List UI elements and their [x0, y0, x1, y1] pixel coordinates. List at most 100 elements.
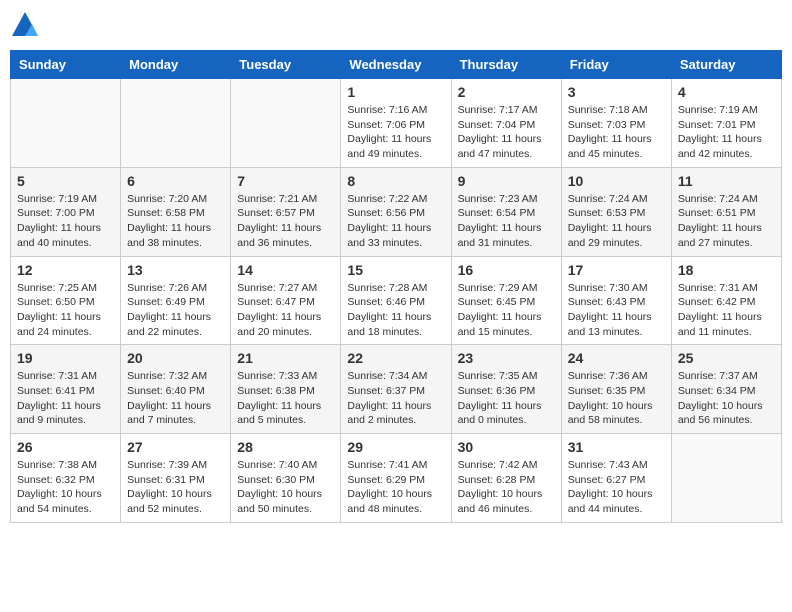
day-info: Sunrise: 7:17 AM Sunset: 7:04 PM Dayligh…	[458, 103, 555, 162]
empty-cell	[231, 79, 341, 168]
day-number: 29	[347, 439, 444, 455]
day-number: 21	[237, 350, 334, 366]
day-number: 5	[17, 173, 114, 189]
day-number: 22	[347, 350, 444, 366]
day-info: Sunrise: 7:38 AM Sunset: 6:32 PM Dayligh…	[17, 458, 114, 517]
day-info: Sunrise: 7:39 AM Sunset: 6:31 PM Dayligh…	[127, 458, 224, 517]
day-cell-7: 7 Sunrise: 7:21 AM Sunset: 6:57 PM Daylig…	[231, 167, 341, 256]
day-number: 31	[568, 439, 665, 455]
day-cell-16: 16 Sunrise: 7:29 AM Sunset: 6:45 PM Dayli…	[451, 256, 561, 345]
day-number: 16	[458, 262, 555, 278]
day-cell-13: 13 Sunrise: 7:26 AM Sunset: 6:49 PM Dayli…	[121, 256, 231, 345]
day-cell-3: 3 Sunrise: 7:18 AM Sunset: 7:03 PM Daylig…	[561, 79, 671, 168]
day-number: 14	[237, 262, 334, 278]
day-info: Sunrise: 7:26 AM Sunset: 6:49 PM Dayligh…	[127, 281, 224, 340]
day-cell-27: 27 Sunrise: 7:39 AM Sunset: 6:31 PM Dayli…	[121, 434, 231, 523]
week-row-1: 1 Sunrise: 7:16 AM Sunset: 7:06 PM Daylig…	[11, 79, 782, 168]
day-number: 8	[347, 173, 444, 189]
day-cell-22: 22 Sunrise: 7:34 AM Sunset: 6:37 PM Dayli…	[341, 345, 451, 434]
week-row-4: 19 Sunrise: 7:31 AM Sunset: 6:41 PM Dayli…	[11, 345, 782, 434]
day-cell-12: 12 Sunrise: 7:25 AM Sunset: 6:50 PM Dayli…	[11, 256, 121, 345]
day-number: 26	[17, 439, 114, 455]
day-info: Sunrise: 7:24 AM Sunset: 6:53 PM Dayligh…	[568, 192, 665, 251]
day-cell-17: 17Sunrise: 7:30 AM Sunset: 6:43 PM Dayli…	[561, 256, 671, 345]
logo	[10, 10, 44, 40]
day-info: Sunrise: 7:21 AM Sunset: 6:57 PM Dayligh…	[237, 192, 334, 251]
day-number: 12	[17, 262, 114, 278]
day-cell-11: 11 Sunrise: 7:24 AM Sunset: 6:51 PM Dayli…	[671, 167, 781, 256]
empty-cell	[11, 79, 121, 168]
day-cell-14: 14 Sunrise: 7:27 AM Sunset: 6:47 PM Dayli…	[231, 256, 341, 345]
day-info: Sunrise: 7:29 AM Sunset: 6:45 PM Dayligh…	[458, 281, 555, 340]
empty-cell	[121, 79, 231, 168]
day-number: 7	[237, 173, 334, 189]
day-cell-2: 2 Sunrise: 7:17 AM Sunset: 7:04 PM Daylig…	[451, 79, 561, 168]
day-number: 11	[678, 173, 775, 189]
day-number: 6	[127, 173, 224, 189]
week-row-3: 12 Sunrise: 7:25 AM Sunset: 6:50 PM Dayli…	[11, 256, 782, 345]
day-info: Sunrise: 7:40 AM Sunset: 6:30 PM Dayligh…	[237, 458, 334, 517]
header-cell-sunday: Sunday	[11, 51, 121, 79]
day-number: 10	[568, 173, 665, 189]
day-number: 2	[458, 84, 555, 100]
day-number: 9	[458, 173, 555, 189]
day-info: Sunrise: 7:19 AM Sunset: 7:00 PM Dayligh…	[17, 192, 114, 251]
day-info: Sunrise: 7:19 AM Sunset: 7:01 PM Dayligh…	[678, 103, 775, 162]
empty-cell	[671, 434, 781, 523]
day-info: Sunrise: 7:35 AM Sunset: 6:36 PM Dayligh…	[458, 369, 555, 428]
day-cell-24: 24Sunrise: 7:36 AM Sunset: 6:35 PM Dayli…	[561, 345, 671, 434]
day-info: Sunrise: 7:30 AM Sunset: 6:43 PM Dayligh…	[568, 281, 665, 340]
calendar-body: 1 Sunrise: 7:16 AM Sunset: 7:06 PM Daylig…	[11, 79, 782, 523]
day-cell-20: 20 Sunrise: 7:32 AM Sunset: 6:40 PM Dayli…	[121, 345, 231, 434]
day-info: Sunrise: 7:37 AM Sunset: 6:34 PM Dayligh…	[678, 369, 775, 428]
week-row-5: 26 Sunrise: 7:38 AM Sunset: 6:32 PM Dayli…	[11, 434, 782, 523]
day-info: Sunrise: 7:28 AM Sunset: 6:46 PM Dayligh…	[347, 281, 444, 340]
page-header	[10, 10, 782, 40]
day-info: Sunrise: 7:23 AM Sunset: 6:54 PM Dayligh…	[458, 192, 555, 251]
day-info: Sunrise: 7:42 AM Sunset: 6:28 PM Dayligh…	[458, 458, 555, 517]
logo-icon	[10, 10, 40, 40]
day-info: Sunrise: 7:25 AM Sunset: 6:50 PM Dayligh…	[17, 281, 114, 340]
day-number: 19	[17, 350, 114, 366]
header-cell-wednesday: Wednesday	[341, 51, 451, 79]
day-cell-6: 6 Sunrise: 7:20 AM Sunset: 6:58 PM Daylig…	[121, 167, 231, 256]
header-cell-tuesday: Tuesday	[231, 51, 341, 79]
calendar: SundayMondayTuesdayWednesdayThursdayFrid…	[10, 50, 782, 523]
day-info: Sunrise: 7:16 AM Sunset: 7:06 PM Dayligh…	[347, 103, 444, 162]
day-number: 1	[347, 84, 444, 100]
day-cell-23: 23Sunrise: 7:35 AM Sunset: 6:36 PM Dayli…	[451, 345, 561, 434]
day-info: Sunrise: 7:34 AM Sunset: 6:37 PM Dayligh…	[347, 369, 444, 428]
day-cell-5: 5 Sunrise: 7:19 AM Sunset: 7:00 PM Daylig…	[11, 167, 121, 256]
day-number: 25	[678, 350, 775, 366]
day-number: 27	[127, 439, 224, 455]
day-info: Sunrise: 7:18 AM Sunset: 7:03 PM Dayligh…	[568, 103, 665, 162]
day-number: 28	[237, 439, 334, 455]
day-cell-26: 26 Sunrise: 7:38 AM Sunset: 6:32 PM Dayli…	[11, 434, 121, 523]
day-info: Sunrise: 7:41 AM Sunset: 6:29 PM Dayligh…	[347, 458, 444, 517]
day-number: 20	[127, 350, 224, 366]
header-row: SundayMondayTuesdayWednesdayThursdayFrid…	[11, 51, 782, 79]
day-info: Sunrise: 7:43 AM Sunset: 6:27 PM Dayligh…	[568, 458, 665, 517]
calendar-header: SundayMondayTuesdayWednesdayThursdayFrid…	[11, 51, 782, 79]
day-cell-31: 31 Sunrise: 7:43 AM Sunset: 6:27 PM Dayli…	[561, 434, 671, 523]
day-cell-10: 10 Sunrise: 7:24 AM Sunset: 6:53 PM Dayli…	[561, 167, 671, 256]
day-cell-1: 1 Sunrise: 7:16 AM Sunset: 7:06 PM Daylig…	[341, 79, 451, 168]
day-cell-18: 18Sunrise: 7:31 AM Sunset: 6:42 PM Dayli…	[671, 256, 781, 345]
day-cell-30: 30Sunrise: 7:42 AM Sunset: 6:28 PM Dayli…	[451, 434, 561, 523]
day-cell-15: 15Sunrise: 7:28 AM Sunset: 6:46 PM Dayli…	[341, 256, 451, 345]
day-number: 18	[678, 262, 775, 278]
day-cell-8: 8Sunrise: 7:22 AM Sunset: 6:56 PM Daylig…	[341, 167, 451, 256]
day-info: Sunrise: 7:24 AM Sunset: 6:51 PM Dayligh…	[678, 192, 775, 251]
day-cell-4: 4Sunrise: 7:19 AM Sunset: 7:01 PM Daylig…	[671, 79, 781, 168]
day-info: Sunrise: 7:31 AM Sunset: 6:41 PM Dayligh…	[17, 369, 114, 428]
day-number: 13	[127, 262, 224, 278]
header-cell-thursday: Thursday	[451, 51, 561, 79]
day-info: Sunrise: 7:20 AM Sunset: 6:58 PM Dayligh…	[127, 192, 224, 251]
day-number: 3	[568, 84, 665, 100]
day-cell-21: 21Sunrise: 7:33 AM Sunset: 6:38 PM Dayli…	[231, 345, 341, 434]
header-cell-monday: Monday	[121, 51, 231, 79]
day-number: 24	[568, 350, 665, 366]
day-info: Sunrise: 7:32 AM Sunset: 6:40 PM Dayligh…	[127, 369, 224, 428]
week-row-2: 5 Sunrise: 7:19 AM Sunset: 7:00 PM Daylig…	[11, 167, 782, 256]
day-info: Sunrise: 7:27 AM Sunset: 6:47 PM Dayligh…	[237, 281, 334, 340]
